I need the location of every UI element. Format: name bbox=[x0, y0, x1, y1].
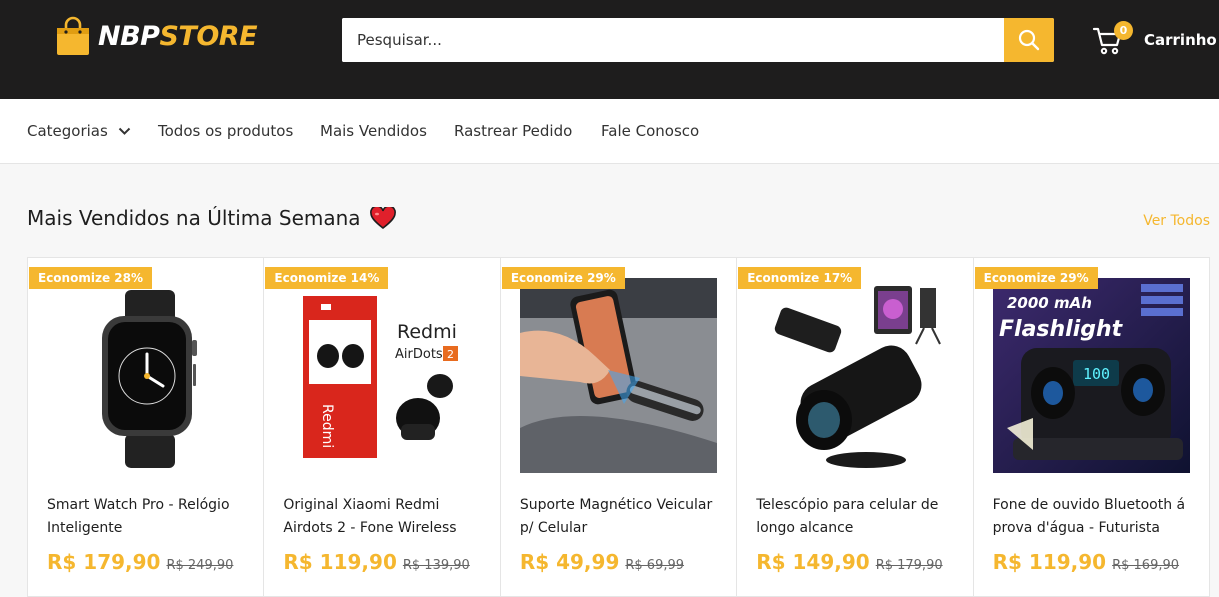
price-row: R$ 179,90 R$ 249,90 bbox=[47, 550, 233, 574]
search-bar bbox=[342, 18, 1054, 62]
product-card[interactable]: Economize 29% 2000 mAh Flashlight 100 Fo… bbox=[974, 258, 1209, 596]
logo-text: NBPSTORE bbox=[98, 20, 258, 52]
logo-text-nbp: NBP bbox=[98, 20, 160, 52]
chevron-down-icon bbox=[118, 127, 131, 135]
product-card[interactable]: Economize 14% Redmi Redmi AirDots 2 Orig… bbox=[264, 258, 501, 596]
price-row: R$ 119,90 R$ 139,90 bbox=[283, 550, 469, 574]
product-card[interactable]: Economize 17% Telescópio para celular de… bbox=[737, 258, 974, 596]
nav-item-label: Rastrear Pedido bbox=[454, 122, 573, 140]
discount-badge: Economize 17% bbox=[738, 267, 862, 289]
search-icon bbox=[1018, 29, 1040, 51]
price-row: R$ 149,90 R$ 179,90 bbox=[756, 550, 942, 574]
cart-label: Carrinho bbox=[1144, 31, 1217, 49]
nav-item-todos-produtos[interactable]: Todos os produtos bbox=[158, 122, 293, 140]
product-image[interactable] bbox=[519, 278, 717, 473]
product-title[interactable]: Fone de ouvido Bluetooth á prova d'água … bbox=[993, 494, 1193, 540]
heart-icon bbox=[369, 206, 396, 229]
nav-item-fale-conosco[interactable]: Fale Conosco bbox=[601, 122, 699, 140]
image-model-text: AirDots bbox=[395, 347, 443, 362]
logo-text-store: STORE bbox=[159, 20, 258, 52]
product-old-price: R$ 169,90 bbox=[1112, 558, 1180, 573]
image-brand-text: Redmi bbox=[397, 321, 457, 343]
discount-badge: Economize 14% bbox=[265, 267, 389, 289]
product-price: R$ 49,99 bbox=[519, 550, 620, 574]
box-side-text: Redmi bbox=[319, 404, 335, 448]
cart-icon: 0 bbox=[1092, 21, 1133, 55]
discount-badge: Economize 28% bbox=[29, 267, 152, 289]
store-logo[interactable]: NBPSTORE bbox=[54, 15, 258, 57]
image-model-number: 2 bbox=[447, 348, 454, 361]
product-old-price: R$ 69,99 bbox=[625, 558, 685, 573]
product-price: R$ 119,90 bbox=[283, 550, 397, 574]
nav-item-categorias[interactable]: Categorias bbox=[27, 122, 131, 140]
image-feature-text: Flashlight bbox=[999, 317, 1124, 342]
product-price: R$ 119,90 bbox=[992, 550, 1107, 574]
nav-item-label: Categorias bbox=[27, 122, 108, 140]
product-old-price: R$ 139,90 bbox=[402, 558, 470, 573]
shopping-bag-icon bbox=[54, 16, 92, 56]
nav-item-mais-vendidos[interactable]: Mais Vendidos bbox=[320, 122, 427, 140]
product-image[interactable]: Redmi Redmi AirDots 2 bbox=[283, 278, 480, 473]
cart-count-badge: 0 bbox=[1114, 21, 1133, 40]
product-image[interactable] bbox=[47, 278, 244, 473]
product-image[interactable] bbox=[756, 278, 954, 473]
nav-item-label: Fale Conosco bbox=[601, 122, 700, 140]
product-image[interactable]: 2000 mAh Flashlight 100 bbox=[992, 278, 1190, 473]
product-price: R$ 149,90 bbox=[756, 550, 870, 574]
search-input[interactable] bbox=[342, 18, 1004, 62]
section-title-text: Mais Vendidos na Última Semana bbox=[27, 206, 361, 230]
cart-button[interactable]: 0 Carrinho bbox=[1092, 21, 1217, 58]
product-title[interactable]: Smart Watch Pro - Relógio Inteligente bbox=[47, 494, 247, 540]
search-button[interactable] bbox=[1004, 18, 1054, 62]
image-capacity-text: 2000 mAh bbox=[1007, 294, 1092, 312]
product-card[interactable]: Economize 28% Smart Watch Pro - Relógio … bbox=[28, 258, 265, 596]
nav-item-label: Todos os produtos bbox=[158, 122, 294, 140]
product-old-price: R$ 179,90 bbox=[875, 558, 943, 573]
view-all-link[interactable]: Ver Todos bbox=[1143, 213, 1210, 229]
product-title[interactable]: Original Xiaomi Redmi Airdots 2 - Fone W… bbox=[283, 494, 483, 540]
product-old-price: R$ 249,90 bbox=[166, 558, 234, 573]
header-bar: NBPSTORE 0 Carrinho bbox=[0, 0, 1219, 99]
product-grid: Economize 28% Smart Watch Pro - Relógio … bbox=[27, 257, 1210, 597]
nav-item-rastrear-pedido[interactable]: Rastrear Pedido bbox=[454, 122, 572, 140]
price-row: R$ 49,99 R$ 69,99 bbox=[520, 550, 684, 574]
discount-badge: Economize 29% bbox=[501, 267, 625, 289]
image-display-text: 100 bbox=[1083, 365, 1110, 383]
nav-item-label: Mais Vendidos bbox=[320, 122, 427, 140]
product-card[interactable]: Economize 29% Suporte Magnético Veicular… bbox=[501, 258, 738, 596]
main-nav: Categorias Todos os produtos Mais Vendid… bbox=[0, 99, 1219, 164]
section-title: Mais Vendidos na Última Semana bbox=[27, 206, 396, 230]
product-price: R$ 179,90 bbox=[47, 550, 161, 574]
discount-badge: Economize 29% bbox=[974, 267, 1098, 289]
price-row: R$ 119,90 R$ 169,90 bbox=[993, 550, 1179, 574]
product-title[interactable]: Suporte Magnético Veicular p/ Celular bbox=[520, 494, 720, 540]
product-title[interactable]: Telescópio para celular de longo alcance bbox=[756, 494, 956, 540]
